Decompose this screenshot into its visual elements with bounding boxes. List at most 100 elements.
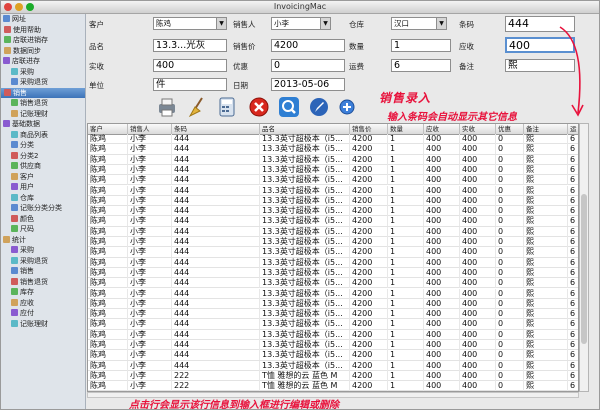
table-row[interactable]: 陈鸡 小李 444 13.3英寸超极本（i5... 4200 1 400 400 0 熙 6 — [88, 206, 578, 217]
quantity-input[interactable]: 1 — [391, 39, 451, 52]
scroll-thumb[interactable] — [581, 194, 587, 344]
table-row[interactable]: 陈鸡 小李 444 13.3英寸超极本（i5... 4200 1 400 400 0 熙 6 — [88, 278, 578, 289]
table-row[interactable]: 陈鸡 小李 444 13.3英寸超极本（i5... 4200 1 400 400 0 熙 6 — [88, 267, 578, 279]
sidebar-item[interactable]: 应付 — [1, 308, 85, 319]
discount-input[interactable]: 0 — [271, 59, 345, 72]
sidebar-item[interactable]: 统计 — [1, 235, 85, 246]
unit-input[interactable]: 件 — [153, 78, 227, 91]
table-row[interactable]: 陈鸡 小李 222 T恤 雅想的云 蓝色 M 4200 1 400 400 0 熙 6 — [88, 381, 578, 391]
sales-table[interactable]: 客户 销售人 条码 品名 销售价 数量 应收 实收 优惠 备注运 陈鸡 小李 444 13.3英寸超极本… — [87, 123, 579, 392]
sidebar-item[interactable]: 仓库 — [1, 193, 85, 204]
add-button[interactable] — [336, 96, 358, 118]
column-header[interactable]: 销售人 — [128, 124, 172, 134]
table-row[interactable]: 陈鸡 小李 444 13.3英寸超极本（i5... 4200 1 400 400 0 熙 6 — [88, 340, 578, 351]
print-button[interactable] — [156, 96, 178, 118]
sale-price-input[interactable]: 4200 — [271, 39, 345, 52]
table-row[interactable]: 陈鸡 小李 444 13.3英寸超极本（i5... 4200 1 400 400 0 熙 6 — [88, 144, 578, 155]
date-input[interactable]: 2013-05-06 — [271, 78, 345, 91]
sidebar-item[interactable]: 店联进销存 — [1, 35, 85, 46]
table-cell: 400 — [424, 226, 460, 237]
sidebar-item-label: 分类 — [20, 141, 34, 149]
table-row[interactable]: 陈鸡 小李 444 13.3英寸超极本（i5... 4200 1 400 400 0 熙 6 — [88, 350, 578, 361]
received-input[interactable]: 400 — [153, 59, 227, 72]
sidebar-item[interactable]: 使用帮助 — [1, 25, 85, 36]
table-cell: 4200 — [350, 185, 388, 196]
warehouse-select[interactable]: 汉口 ▼ — [391, 17, 447, 30]
clear-button[interactable] — [186, 96, 208, 118]
table-cell: 400 — [460, 247, 496, 258]
table-row[interactable]: 陈鸡 小李 444 13.3英寸超极本（i5... 4200 1 400 400 0 熙 6 — [88, 309, 578, 320]
table-row[interactable]: 陈鸡 小李 444 13.3英寸超极本（i5... 4200 1 400 400 0 熙 6 — [88, 247, 578, 258]
horizontal-scrollbar[interactable] — [87, 392, 579, 398]
sidebar-item[interactable]: 网址 — [1, 14, 85, 25]
table-row[interactable]: 陈鸡 小李 444 13.3英寸超极本（i5... 4200 1 400 400 0 熙 6 — [88, 319, 578, 330]
table-row[interactable]: 陈鸡 小李 444 13.3英寸超极本（i5... 4200 1 400 400 0 熙 6 — [88, 164, 578, 176]
sidebar-item[interactable]: 销售退货 — [1, 277, 85, 288]
table-row[interactable]: 陈鸡 小李 444 13.3英寸超极本（i5... 4200 1 400 400 0 熙 6 — [88, 154, 578, 165]
column-header[interactable]: 备注 — [524, 124, 568, 134]
sidebar-item[interactable]: 库存 — [1, 287, 85, 298]
table-row[interactable]: 陈鸡 小李 444 13.3英寸超极本（i5... 4200 1 400 400 0 熙 6 — [88, 288, 578, 299]
sidebar-item[interactable]: 采购退货 — [1, 256, 85, 267]
table-cell: 400 — [460, 309, 496, 320]
table-row[interactable]: 陈鸡 小李 444 13.3英寸超极本（i5... 4200 1 400 400 0 熙 6 — [88, 185, 578, 196]
table-row[interactable]: 陈鸡 小李 444 13.3英寸超极本（i5... 4200 1 400 400 0 熙 6 — [88, 329, 578, 340]
table-row[interactable]: 陈鸡 小李 444 13.3英寸超极本（i5... 4200 1 400 400 0 熙 6 — [88, 195, 578, 207]
table-cell: 6 — [568, 175, 578, 185]
sidebar-item[interactable]: 店联进存 — [1, 56, 85, 67]
customer-select[interactable]: 陈鸡 ▼ — [153, 17, 227, 30]
column-header[interactable]: 品名 — [260, 124, 350, 134]
sidebar-item[interactable]: 尺码 — [1, 224, 85, 235]
sidebar-item[interactable]: 采购 — [1, 245, 85, 256]
column-header[interactable]: 实收 — [460, 124, 496, 134]
sidebar-item[interactable]: 记账分类分类 — [1, 203, 85, 214]
sidebar-item[interactable]: 分类2 — [1, 151, 85, 162]
salesperson-select[interactable]: 小李 ▼ — [271, 17, 331, 30]
table-row[interactable]: 陈鸡 小李 444 13.3英寸超极本（i5... 4200 1 400 400 0 熙 6 — [88, 237, 578, 248]
plus-icon — [339, 99, 355, 115]
column-header[interactable]: 客户 — [88, 124, 128, 134]
table-cell: 熙 — [524, 288, 568, 299]
sidebar-item[interactable]: 销售 — [1, 266, 85, 277]
delete-button[interactable] — [248, 96, 270, 118]
sidebar-item[interactable]: 销售 — [1, 87, 85, 98]
column-header[interactable]: 优惠 — [496, 124, 524, 134]
sidebar-item[interactable]: 记账理财 — [1, 109, 85, 120]
sidebar-item[interactable]: 商品列表 — [1, 130, 85, 141]
column-header[interactable]: 数量 — [388, 124, 424, 134]
sidebar-item[interactable]: 颜色 — [1, 214, 85, 225]
sidebar-item[interactable]: 供应商 — [1, 161, 85, 172]
search-button[interactable] — [278, 96, 300, 118]
column-header[interactable]: 条码 — [172, 124, 260, 134]
table-row[interactable]: 陈鸡 小李 444 13.3英寸超极本（i5... 4200 1 400 400 0 熙 6 — [88, 216, 578, 227]
vertical-scrollbar[interactable] — [579, 123, 589, 392]
table-cell: 0 — [496, 278, 524, 289]
sidebar-item[interactable]: 采购 — [1, 67, 85, 78]
product-name-input[interactable]: 13.3...光灰 — [153, 39, 227, 52]
table-row[interactable]: 陈鸡 小李 444 13.3英寸超极本（i5... 4200 1 400 400 0 熙 6 — [88, 257, 578, 268]
column-header[interactable]: 应收 — [424, 124, 460, 134]
column-header[interactable]: 运 — [568, 124, 578, 134]
table-row[interactable]: 陈鸡 小李 444 13.3英寸超极本（i5... 4200 1 400 400 0 熙 6 — [88, 360, 578, 371]
table-row[interactable]: 陈鸡 小李 222 T恤 雅想的云 蓝色 M 4200 1 400 400 0 熙 6 — [88, 370, 578, 382]
calculator-button[interactable] — [216, 96, 238, 118]
sidebar-item[interactable]: 记账理财 — [1, 319, 85, 330]
table-row[interactable]: 陈鸡 小李 444 13.3英寸超极本（i5... 4200 1 400 400 0 熙 6 — [88, 175, 578, 186]
table-cell: 0 — [496, 164, 524, 175]
table-row[interactable]: 陈鸡 小李 444 13.3英寸超极本（i5... 4200 1 400 400 0 熙 6 — [88, 298, 578, 310]
sidebar-item[interactable]: 用户 — [1, 182, 85, 193]
shipping-input[interactable]: 6 — [391, 59, 451, 72]
sidebar-item[interactable]: 销售退货 — [1, 98, 85, 109]
edit-button[interactable] — [308, 96, 330, 118]
sidebar-item[interactable]: 基础数据 — [1, 119, 85, 130]
sidebar-item[interactable]: 数据同步 — [1, 46, 85, 57]
cart-icon — [11, 67, 18, 75]
table-row[interactable]: 陈鸡 小李 444 13.3英寸超极本（i5... 4200 1 400 400 0 熙 6 — [88, 226, 578, 237]
sidebar-item[interactable]: 采购退货 — [1, 77, 85, 88]
sidebar-item[interactable]: 客户 — [1, 172, 85, 183]
table-cell: 400 — [460, 144, 496, 155]
table-row[interactable]: 陈鸡 小李 444 13.3英寸超极本（i5... 4200 1 400 400 0 熙 6 — [88, 134, 578, 145]
column-header[interactable]: 销售价 — [350, 124, 388, 134]
sidebar-item[interactable]: 应收 — [1, 298, 85, 309]
sidebar-item[interactable]: 分类 — [1, 140, 85, 151]
